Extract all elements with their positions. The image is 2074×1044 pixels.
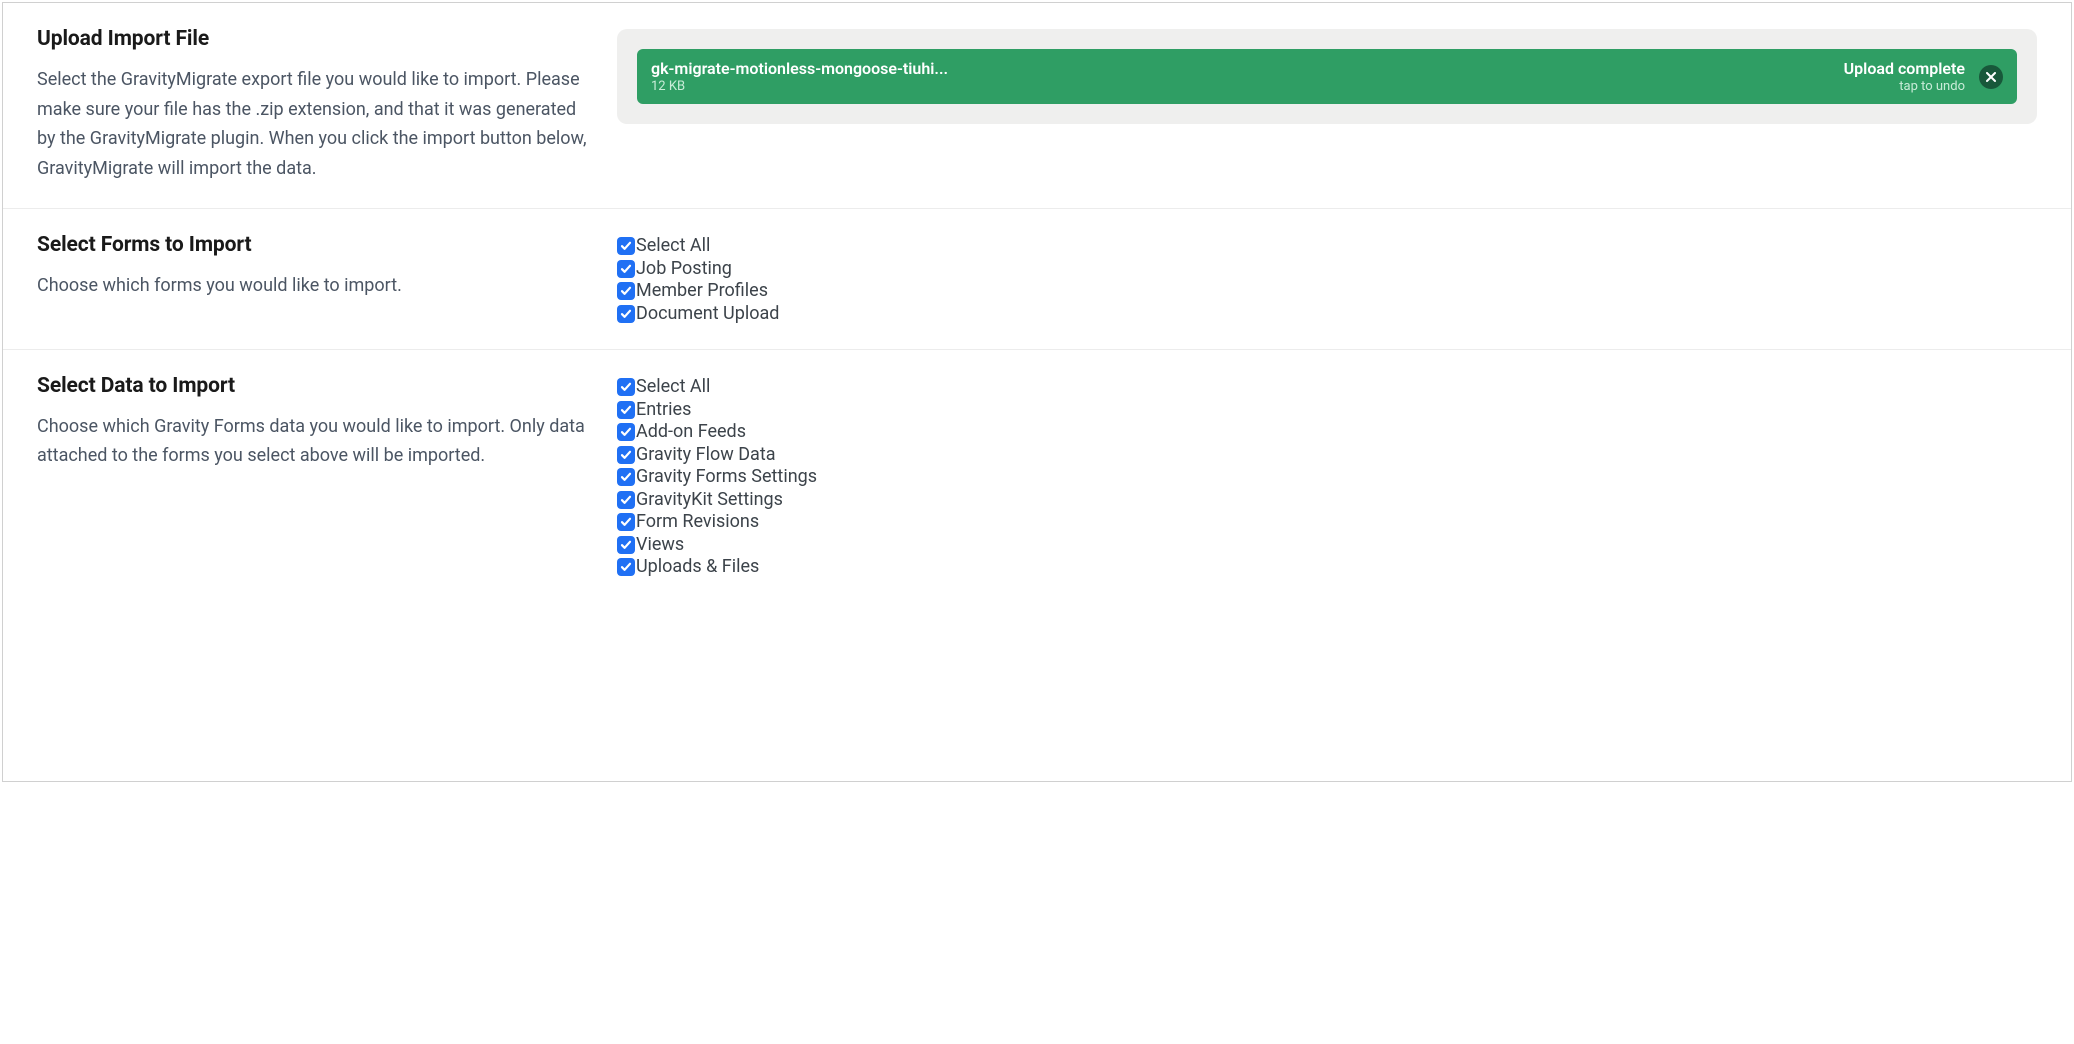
uploaded-file-name: gk-migrate-motionless-mongoose-tiuhi... bbox=[651, 59, 1830, 78]
check-icon bbox=[620, 308, 632, 320]
checkbox[interactable] bbox=[617, 468, 635, 486]
upload-dropzone[interactable]: gk-migrate-motionless-mongoose-tiuhi... … bbox=[617, 29, 2037, 124]
uploaded-file-chip: gk-migrate-motionless-mongoose-tiuhi... … bbox=[637, 49, 2017, 104]
checkbox[interactable] bbox=[617, 237, 635, 255]
forms-checkbox-list: Select All Job Posting Member Profiles Docu… bbox=[617, 235, 2037, 325]
data-description: Choose which Gravity Forms data you woul… bbox=[37, 412, 597, 471]
check-icon bbox=[620, 539, 632, 551]
checkbox[interactable] bbox=[617, 282, 635, 300]
checkbox-label: Document Upload bbox=[636, 305, 779, 323]
section-forms: Select Forms to Import Choose which form… bbox=[3, 208, 2071, 349]
checkbox-label: Uploads & Files bbox=[636, 558, 759, 576]
section-data-options: Select All Entries Add-on Feeds Gravity Flo… bbox=[617, 374, 2037, 579]
checkbox-row[interactable]: Uploads & Files bbox=[617, 556, 2037, 579]
check-icon bbox=[620, 285, 632, 297]
checkbox[interactable] bbox=[617, 423, 635, 441]
checkbox[interactable] bbox=[617, 378, 635, 396]
close-icon bbox=[1986, 72, 1996, 82]
upload-heading: Upload Import File bbox=[37, 27, 597, 51]
checkbox-row[interactable]: Job Posting bbox=[617, 257, 2037, 280]
check-icon bbox=[620, 494, 632, 506]
section-data-text: Select Data to Import Choose which Gravi… bbox=[37, 374, 597, 579]
checkbox-row[interactable]: Gravity Flow Data bbox=[617, 443, 2037, 466]
checkbox-label: Views bbox=[636, 536, 684, 554]
check-icon bbox=[620, 426, 632, 438]
checkbox-label: GravityKit Settings bbox=[636, 491, 783, 509]
checkbox-label: Select All bbox=[636, 237, 710, 255]
section-upload-text: Upload Import File Select the GravityMig… bbox=[37, 27, 597, 184]
checkbox-label: Add-on Feeds bbox=[636, 423, 746, 441]
section-data: Select Data to Import Choose which Gravi… bbox=[3, 349, 2071, 603]
checkbox[interactable] bbox=[617, 491, 635, 509]
checkbox-row[interactable]: Gravity Forms Settings bbox=[617, 466, 2037, 489]
checkbox-row[interactable]: Select All bbox=[617, 376, 2037, 399]
uploaded-file-status-block: Upload complete tap to undo bbox=[1844, 59, 1965, 94]
forms-heading: Select Forms to Import bbox=[37, 233, 597, 257]
uploaded-file-size: 12 KB bbox=[651, 79, 1830, 94]
checkbox[interactable] bbox=[617, 260, 635, 278]
checkbox[interactable] bbox=[617, 305, 635, 323]
checkbox-label: Member Profiles bbox=[636, 282, 768, 300]
check-icon bbox=[620, 449, 632, 461]
checkbox-label: Entries bbox=[636, 401, 691, 419]
uploaded-file-info: gk-migrate-motionless-mongoose-tiuhi... … bbox=[651, 59, 1830, 94]
checkbox-row[interactable]: Add-on Feeds bbox=[617, 421, 2037, 444]
remove-file-button[interactable] bbox=[1979, 65, 2003, 89]
check-icon bbox=[620, 561, 632, 573]
checkbox-label: Form Revisions bbox=[636, 513, 759, 531]
checkbox[interactable] bbox=[617, 536, 635, 554]
checkbox-row[interactable]: Member Profiles bbox=[617, 280, 2037, 303]
check-icon bbox=[620, 404, 632, 416]
check-icon bbox=[620, 381, 632, 393]
section-upload: Upload Import File Select the GravityMig… bbox=[3, 3, 2071, 208]
checkbox-label: Gravity Flow Data bbox=[636, 446, 776, 464]
check-icon bbox=[620, 263, 632, 275]
check-icon bbox=[620, 240, 632, 252]
section-forms-text: Select Forms to Import Choose which form… bbox=[37, 233, 597, 325]
uploaded-file-status: Upload complete bbox=[1844, 59, 1965, 78]
checkbox-label: Gravity Forms Settings bbox=[636, 468, 817, 486]
checkbox[interactable] bbox=[617, 401, 635, 419]
checkbox-row[interactable]: Entries bbox=[617, 398, 2037, 421]
data-checkbox-list: Select All Entries Add-on Feeds Gravity Flo… bbox=[617, 376, 2037, 579]
checkbox-row[interactable]: Form Revisions bbox=[617, 511, 2037, 534]
checkbox-row[interactable]: GravityKit Settings bbox=[617, 488, 2037, 511]
data-heading: Select Data to Import bbox=[37, 374, 597, 398]
checkbox-row[interactable]: Views bbox=[617, 533, 2037, 556]
forms-description: Choose which forms you would like to imp… bbox=[37, 271, 597, 301]
checkbox-row[interactable]: Document Upload bbox=[617, 302, 2037, 325]
checkbox[interactable] bbox=[617, 558, 635, 576]
section-upload-dropzone: gk-migrate-motionless-mongoose-tiuhi... … bbox=[617, 27, 2037, 184]
checkbox[interactable] bbox=[617, 446, 635, 464]
section-forms-options: Select All Job Posting Member Profiles Docu… bbox=[617, 233, 2037, 325]
import-settings-panel: Upload Import File Select the GravityMig… bbox=[2, 2, 2072, 782]
check-icon bbox=[620, 471, 632, 483]
checkbox-label: Job Posting bbox=[636, 260, 732, 278]
checkbox-label: Select All bbox=[636, 378, 710, 396]
check-icon bbox=[620, 516, 632, 528]
upload-description: Select the GravityMigrate export file yo… bbox=[37, 65, 597, 184]
checkbox-row[interactable]: Select All bbox=[617, 235, 2037, 258]
uploaded-file-undo[interactable]: tap to undo bbox=[1844, 79, 1965, 94]
checkbox[interactable] bbox=[617, 513, 635, 531]
